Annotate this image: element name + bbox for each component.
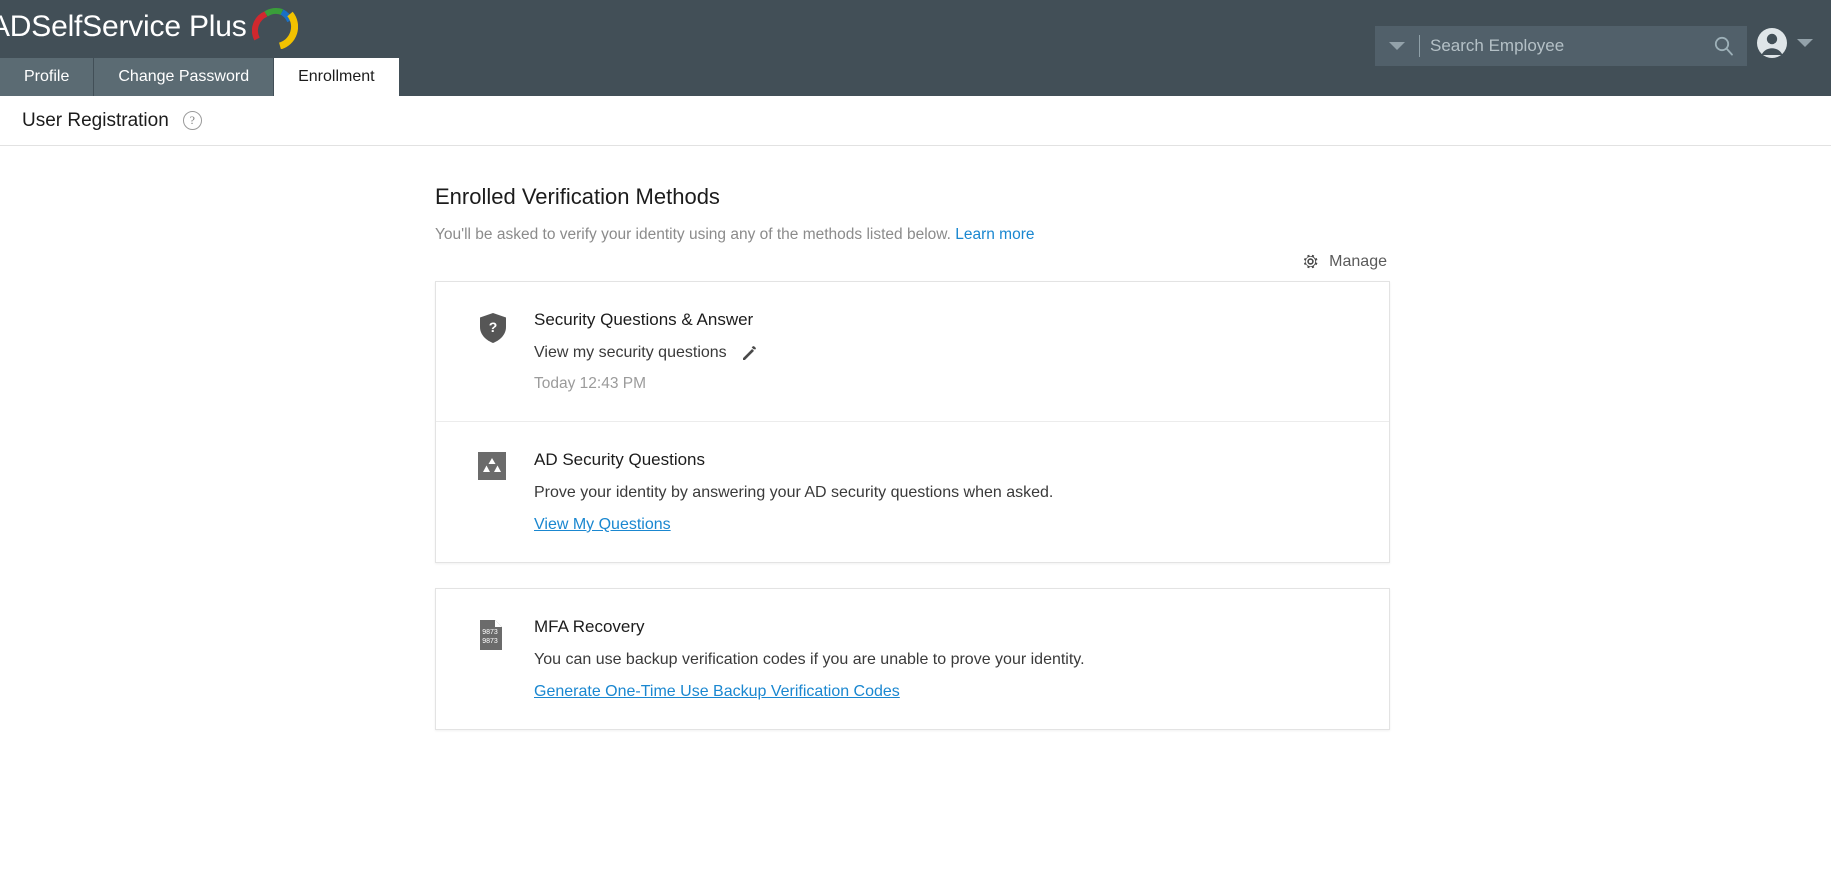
app-logo-text: ADSelfService Plus [0, 10, 247, 44]
svg-text:9873: 9873 [482, 638, 498, 645]
profile-menu[interactable] [1755, 26, 1813, 60]
tab-enrollment[interactable]: Enrollment [274, 58, 398, 96]
gear-icon [1301, 252, 1320, 271]
svg-text:?: ? [489, 319, 498, 335]
method-title: AD Security Questions [534, 450, 1359, 470]
method-description: Prove your identity by answering your AD… [534, 484, 1359, 502]
method-description: You can use backup verification codes if… [534, 651, 1359, 669]
method-row-ad-security-questions: AD Security Questions Prove your identit… [436, 421, 1389, 562]
content-column: Enrolled Verification Methods You'll be … [435, 184, 1390, 730]
app-header: ADSelfService Plus Profile Change Passwo… [0, 0, 1831, 96]
method-row-security-questions: ? Security Questions & Answer View my se… [436, 282, 1389, 421]
search-icon [1713, 35, 1735, 57]
app-logo[interactable]: ADSelfService Plus [0, 4, 298, 50]
chevron-down-icon [1389, 42, 1405, 50]
primary-tabs: Profile Change Password Enrollment [0, 58, 399, 96]
row-icon-wrap: ? [478, 310, 534, 393]
manage-label: Manage [1329, 253, 1387, 271]
row-icon-wrap [478, 450, 534, 534]
tab-profile[interactable]: Profile [0, 58, 94, 96]
pencil-edit-icon[interactable] [741, 344, 759, 362]
section-subtitle: You'll be asked to verify your identity … [435, 226, 1390, 244]
tab-change-password[interactable]: Change Password [94, 58, 274, 96]
search-input[interactable] [1419, 35, 1701, 57]
view-security-questions-action[interactable]: View my security questions [534, 344, 1359, 362]
logo-arc-icon [252, 5, 298, 49]
row-icon-wrap: 9873 9873 [478, 617, 534, 701]
row-body: AD Security Questions Prove your identit… [534, 450, 1389, 534]
page-title: User Registration [22, 110, 169, 132]
main-content: Enrolled Verification Methods You'll be … [0, 146, 1831, 730]
method-title: MFA Recovery [534, 617, 1359, 637]
search-bar [1375, 26, 1747, 66]
row-body: MFA Recovery You can use backup verifica… [534, 617, 1389, 701]
page-title-bar: User Registration ? [0, 96, 1831, 146]
manage-button[interactable]: Manage [435, 252, 1390, 271]
shield-question-icon: ? [478, 312, 508, 344]
method-row-mfa-recovery: 9873 9873 MFA Recovery You can use backu… [436, 589, 1389, 729]
verification-methods-card-1: ? Security Questions & Answer View my se… [435, 281, 1390, 563]
help-icon[interactable]: ? [183, 111, 202, 130]
ad-triangles-icon [478, 452, 506, 480]
backup-codes-icon: 9873 9873 [478, 619, 504, 651]
user-avatar-icon [1755, 26, 1789, 60]
chevron-down-icon [1797, 39, 1813, 47]
learn-more-link[interactable]: Learn more [955, 226, 1034, 243]
method-timestamp: Today 12:43 PM [534, 375, 1359, 393]
section-subtitle-text: You'll be asked to verify your identity … [435, 226, 951, 243]
view-security-questions-label: View my security questions [534, 344, 727, 362]
section-title: Enrolled Verification Methods [435, 184, 1390, 210]
view-my-questions-link[interactable]: View My Questions [534, 516, 671, 533]
verification-methods-card-2: 9873 9873 MFA Recovery You can use backu… [435, 588, 1390, 730]
search-submit-button[interactable] [1701, 26, 1747, 66]
method-title: Security Questions & Answer [534, 310, 1359, 330]
search-scope-dropdown[interactable] [1375, 26, 1419, 66]
row-body: Security Questions & Answer View my secu… [534, 310, 1389, 393]
svg-text:9873: 9873 [482, 629, 498, 636]
generate-backup-codes-link[interactable]: Generate One-Time Use Backup Verificatio… [534, 683, 900, 700]
